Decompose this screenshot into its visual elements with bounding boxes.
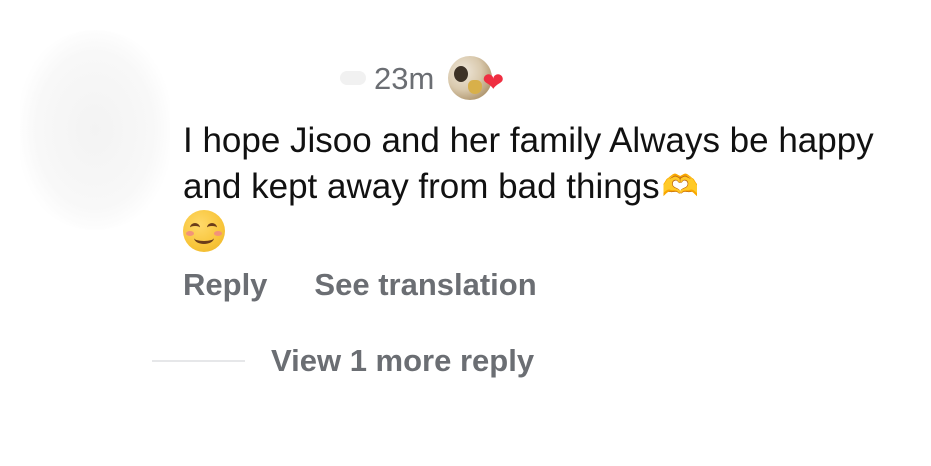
smiling-face-icon [183,210,225,252]
comment-emoji-line [183,210,227,254]
view-more-replies-button[interactable]: View 1 more reply [271,343,534,379]
reply-thread-divider [152,360,245,362]
comment-screen: 23m ❤ I hope Jisoo and her family Always… [0,0,931,466]
creator-liked-badge: ❤ [448,56,504,100]
more-replies: View 1 more reply [152,338,534,384]
reply-button[interactable]: Reply [183,267,267,303]
heart-icon: ❤ [482,67,505,97]
redacted-username [340,71,366,85]
comment-header: 23m ❤ [340,55,504,101]
comment-actions: Reply See translation [183,262,537,308]
comment-body: I hope Jisoo and her family Always be ha… [183,118,913,210]
comment-text: I hope Jisoo and her family Always be ha… [183,121,874,206]
see-translation-button[interactable]: See translation [314,267,536,303]
comment-timestamp: 23m [374,60,435,96]
heart-hands-icon: 🫶 [661,170,700,203]
blurred-avatar [20,30,170,230]
